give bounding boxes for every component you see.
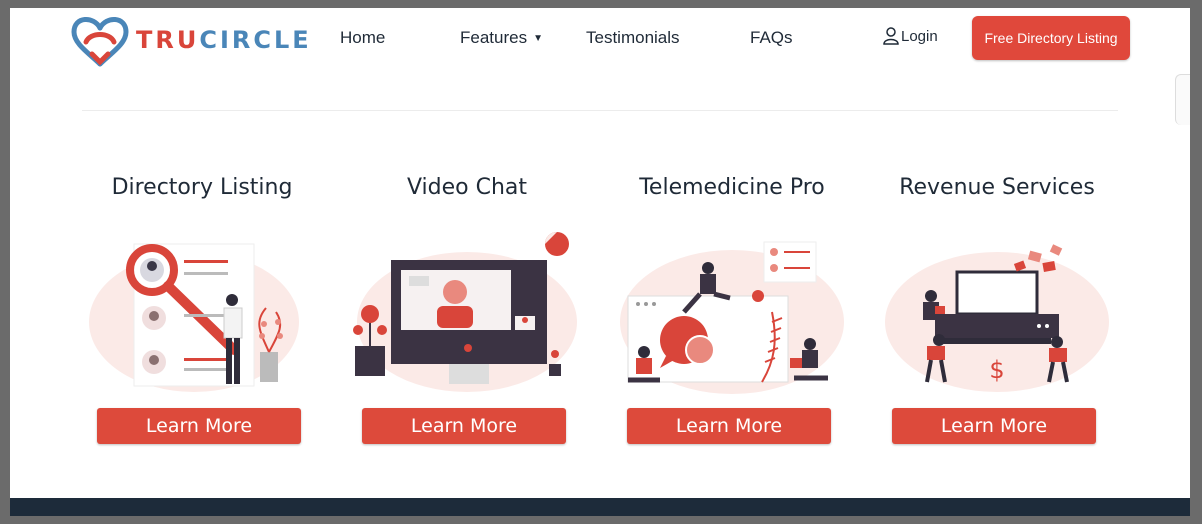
card-title: Telemedicine Pro [639, 175, 825, 200]
video-chat-illustration [353, 232, 577, 392]
chevron-down-icon: ▼ [533, 32, 543, 44]
site-header: TRUCIRCLE Home Features ▼ Testimonials F… [10, 8, 1190, 78]
learn-more-label: Learn More [940, 415, 1048, 437]
brand-name-part2: CIRCLE [199, 26, 312, 54]
nav-faqs-label: FAQs [750, 28, 793, 47]
browser-viewport: TRUCIRCLE Home Features ▼ Testimonials F… [10, 8, 1190, 516]
scroll-tab[interactable] [1175, 74, 1190, 125]
learn-more-label: Learn More [675, 415, 783, 437]
nav-features-label: Features [460, 28, 528, 47]
brand-name-part1: TRU [136, 26, 200, 54]
nav-home[interactable]: Home [340, 28, 385, 48]
brand-name: TRUCIRCLE [136, 26, 312, 54]
user-icon [883, 27, 899, 45]
service-card-directory-listing: Directory Listing Learn More [84, 168, 320, 444]
card-title: Revenue Services [899, 175, 1095, 200]
learn-more-button[interactable]: Learn More [892, 408, 1096, 444]
learn-more-label: Learn More [410, 415, 518, 437]
revenue-illustration: $ [885, 244, 1109, 392]
learn-more-button[interactable]: Learn More [362, 408, 566, 444]
nav-faqs[interactable]: FAQs [750, 28, 793, 48]
nav-login-label: Login [901, 27, 938, 45]
header-divider [82, 110, 1118, 111]
service-card-video-chat: Video Chat Learn More [349, 168, 585, 444]
learn-more-button[interactable]: Learn More [97, 408, 301, 444]
nav-testimonials-label: Testimonials [586, 28, 680, 47]
service-card-telemedicine-pro: Telemedicine Pro Learn More [614, 168, 850, 444]
nav-login[interactable]: Login [883, 27, 938, 45]
nav-testimonials[interactable]: Testimonials [586, 28, 680, 48]
free-directory-listing-button[interactable]: Free Directory Listing [972, 16, 1130, 60]
service-card-revenue-services: Revenue Services $ Learn More [879, 168, 1115, 444]
learn-more-label: Learn More [145, 415, 253, 437]
learn-more-button[interactable]: Learn More [627, 408, 831, 444]
directory-illustration [89, 243, 299, 392]
svg-text:$: $ [989, 356, 1004, 384]
footer-bar [10, 498, 1190, 516]
nav-features[interactable]: Features ▼ [460, 28, 543, 48]
free-directory-listing-label: Free Directory Listing [984, 30, 1118, 46]
heart-logo-icon [71, 17, 129, 67]
logo[interactable]: TRUCIRCLE [68, 12, 312, 68]
telemedicine-illustration [620, 241, 844, 394]
nav-home-label: Home [340, 28, 386, 47]
card-title: Video Chat [406, 175, 528, 200]
card-title: Directory Listing [111, 175, 293, 200]
